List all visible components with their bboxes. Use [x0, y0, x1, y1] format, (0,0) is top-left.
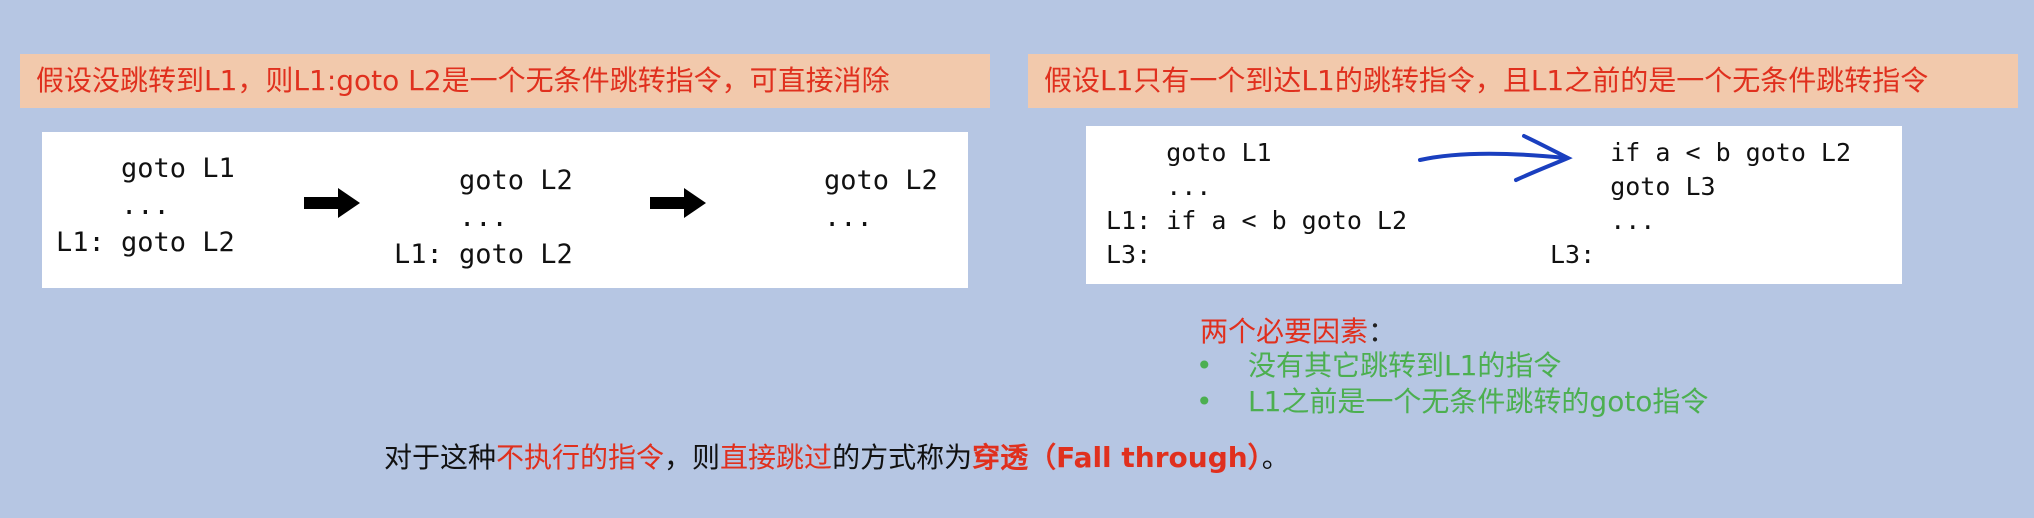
- banner-right: 假设L1只有一个到达L1的跳转指令，且L1之前的是一个无条件跳转指令: [1028, 54, 2018, 108]
- banner-left: 假设没跳转到L1，则L1:goto L2是一个无条件跳转指令，可直接消除: [20, 54, 990, 108]
- code-before: goto L1 ... L1: if a < b goto L2 L3:: [1106, 138, 1408, 269]
- summary-highlight: 直接跳过: [720, 441, 833, 474]
- factors-title: 两个必要因素: [1200, 315, 1369, 348]
- list-item: • 没有其它跳转到L1的指令: [1196, 349, 1562, 382]
- summary-highlight: 不执行的指令: [496, 441, 665, 474]
- summary-term: 穿透（Fall through）: [972, 441, 1262, 474]
- summary-sentence: 对于这种不执行的指令，则直接跳过的方式称为穿透（Fall through）。: [384, 436, 1290, 476]
- code-step-2: goto L2 ... L1: goto L2: [394, 165, 573, 270]
- code-step-3: goto L2 ...: [824, 165, 938, 233]
- factors-colon: ：: [1368, 315, 1397, 348]
- list-item: • L1之前是一个无条件跳转的goto指令: [1196, 385, 1709, 418]
- summary-part: 的方式称为: [832, 441, 973, 474]
- factors-heading: 两个必要因素：: [1200, 310, 1396, 350]
- right-arrow-icon: [304, 188, 360, 218]
- factor-text: 没有其它跳转到L1的指令: [1248, 349, 1562, 382]
- code-step-1: goto L1 ... L1: goto L2: [56, 153, 235, 258]
- factors-list: • 没有其它跳转到L1的指令 • L1之前是一个无条件跳转的goto指令: [1196, 348, 1708, 420]
- right-arrow-icon: [650, 188, 706, 218]
- summary-part: 。: [1261, 441, 1290, 474]
- code-box-left: goto L1 ... L1: goto L2 goto L2 ... L1: …: [42, 132, 968, 288]
- summary-part: ，则: [664, 441, 721, 474]
- code-after: if a < b goto L2 goto L3 ... L3:: [1550, 138, 1852, 269]
- code-box-right: goto L1 ... L1: if a < b goto L2 L3: if …: [1086, 126, 1902, 284]
- summary-part: 对于这种: [384, 441, 497, 474]
- factor-text: L1之前是一个无条件跳转的goto指令: [1248, 385, 1709, 418]
